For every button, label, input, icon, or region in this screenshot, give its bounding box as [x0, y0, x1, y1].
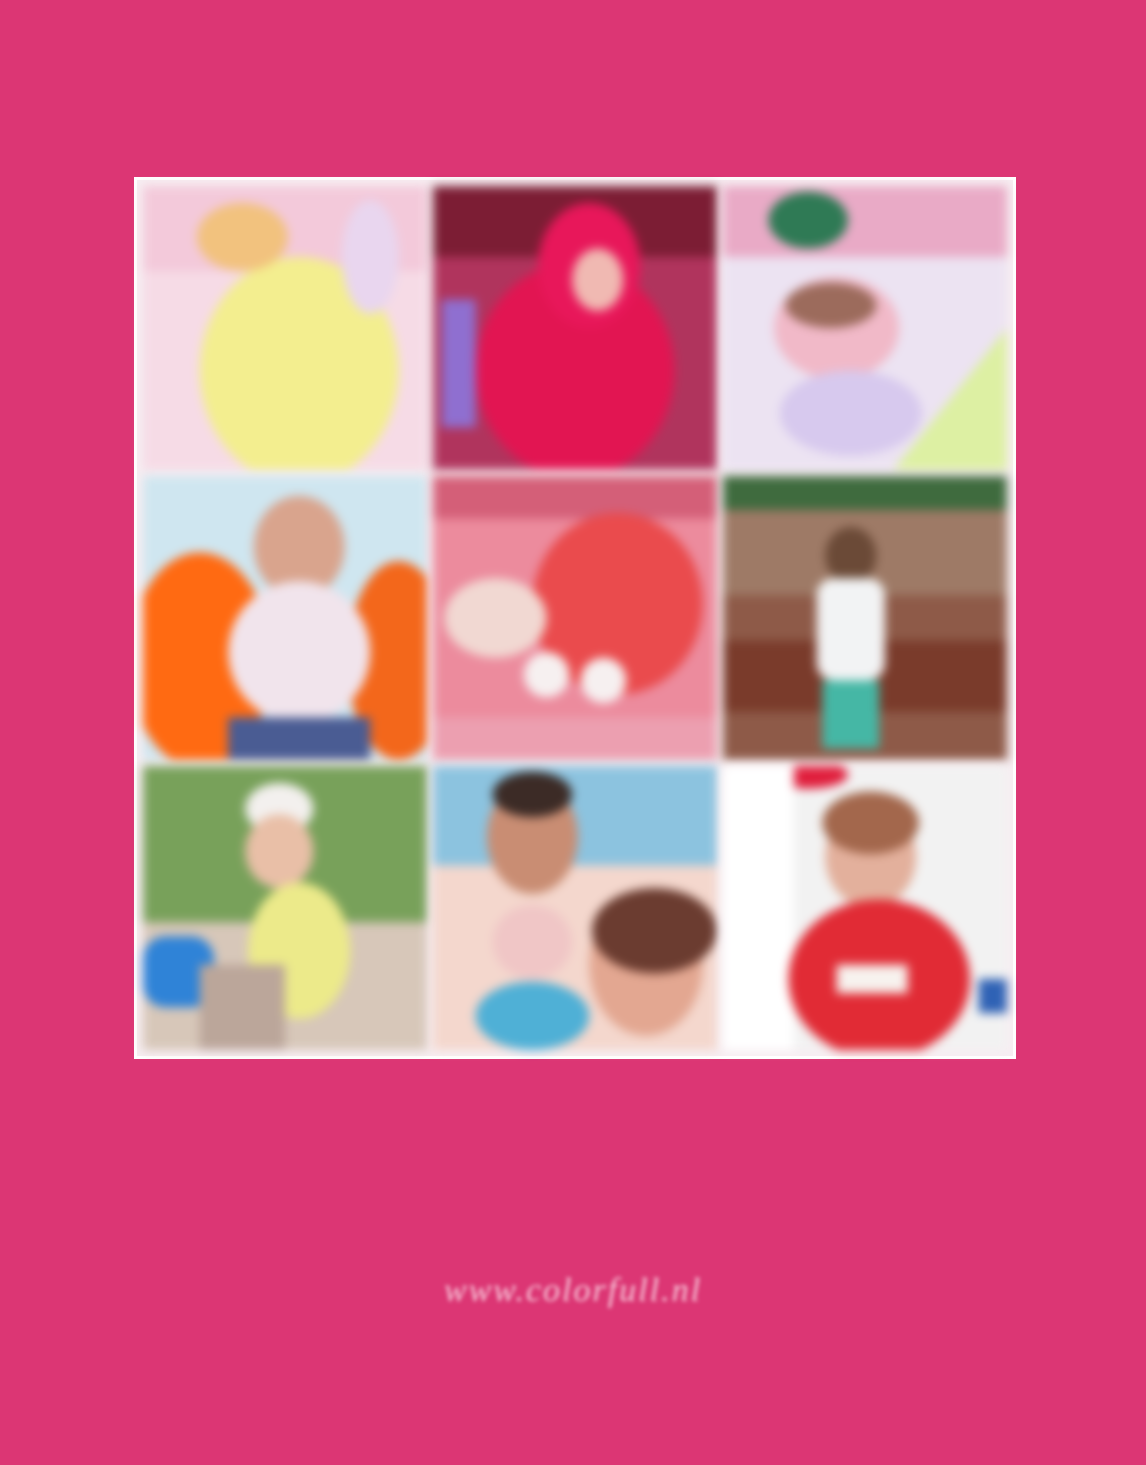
- collage-photo[interactable]: [723, 186, 1007, 470]
- collage-photo[interactable]: [723, 766, 1007, 1050]
- collage-photo[interactable]: [433, 476, 717, 760]
- collage-photo[interactable]: [433, 186, 717, 470]
- photo-book-page: www.colorfull.nl: [0, 0, 1146, 1465]
- footer-website-url[interactable]: www.colorfull.nl: [0, 1272, 1146, 1310]
- collage-photo[interactable]: [143, 476, 427, 760]
- collage-photo[interactable]: [433, 766, 717, 1050]
- collage-photo[interactable]: [143, 766, 427, 1050]
- photo-collage: [134, 177, 1016, 1059]
- collage-photo[interactable]: [723, 476, 1007, 760]
- collage-photo[interactable]: [143, 186, 427, 470]
